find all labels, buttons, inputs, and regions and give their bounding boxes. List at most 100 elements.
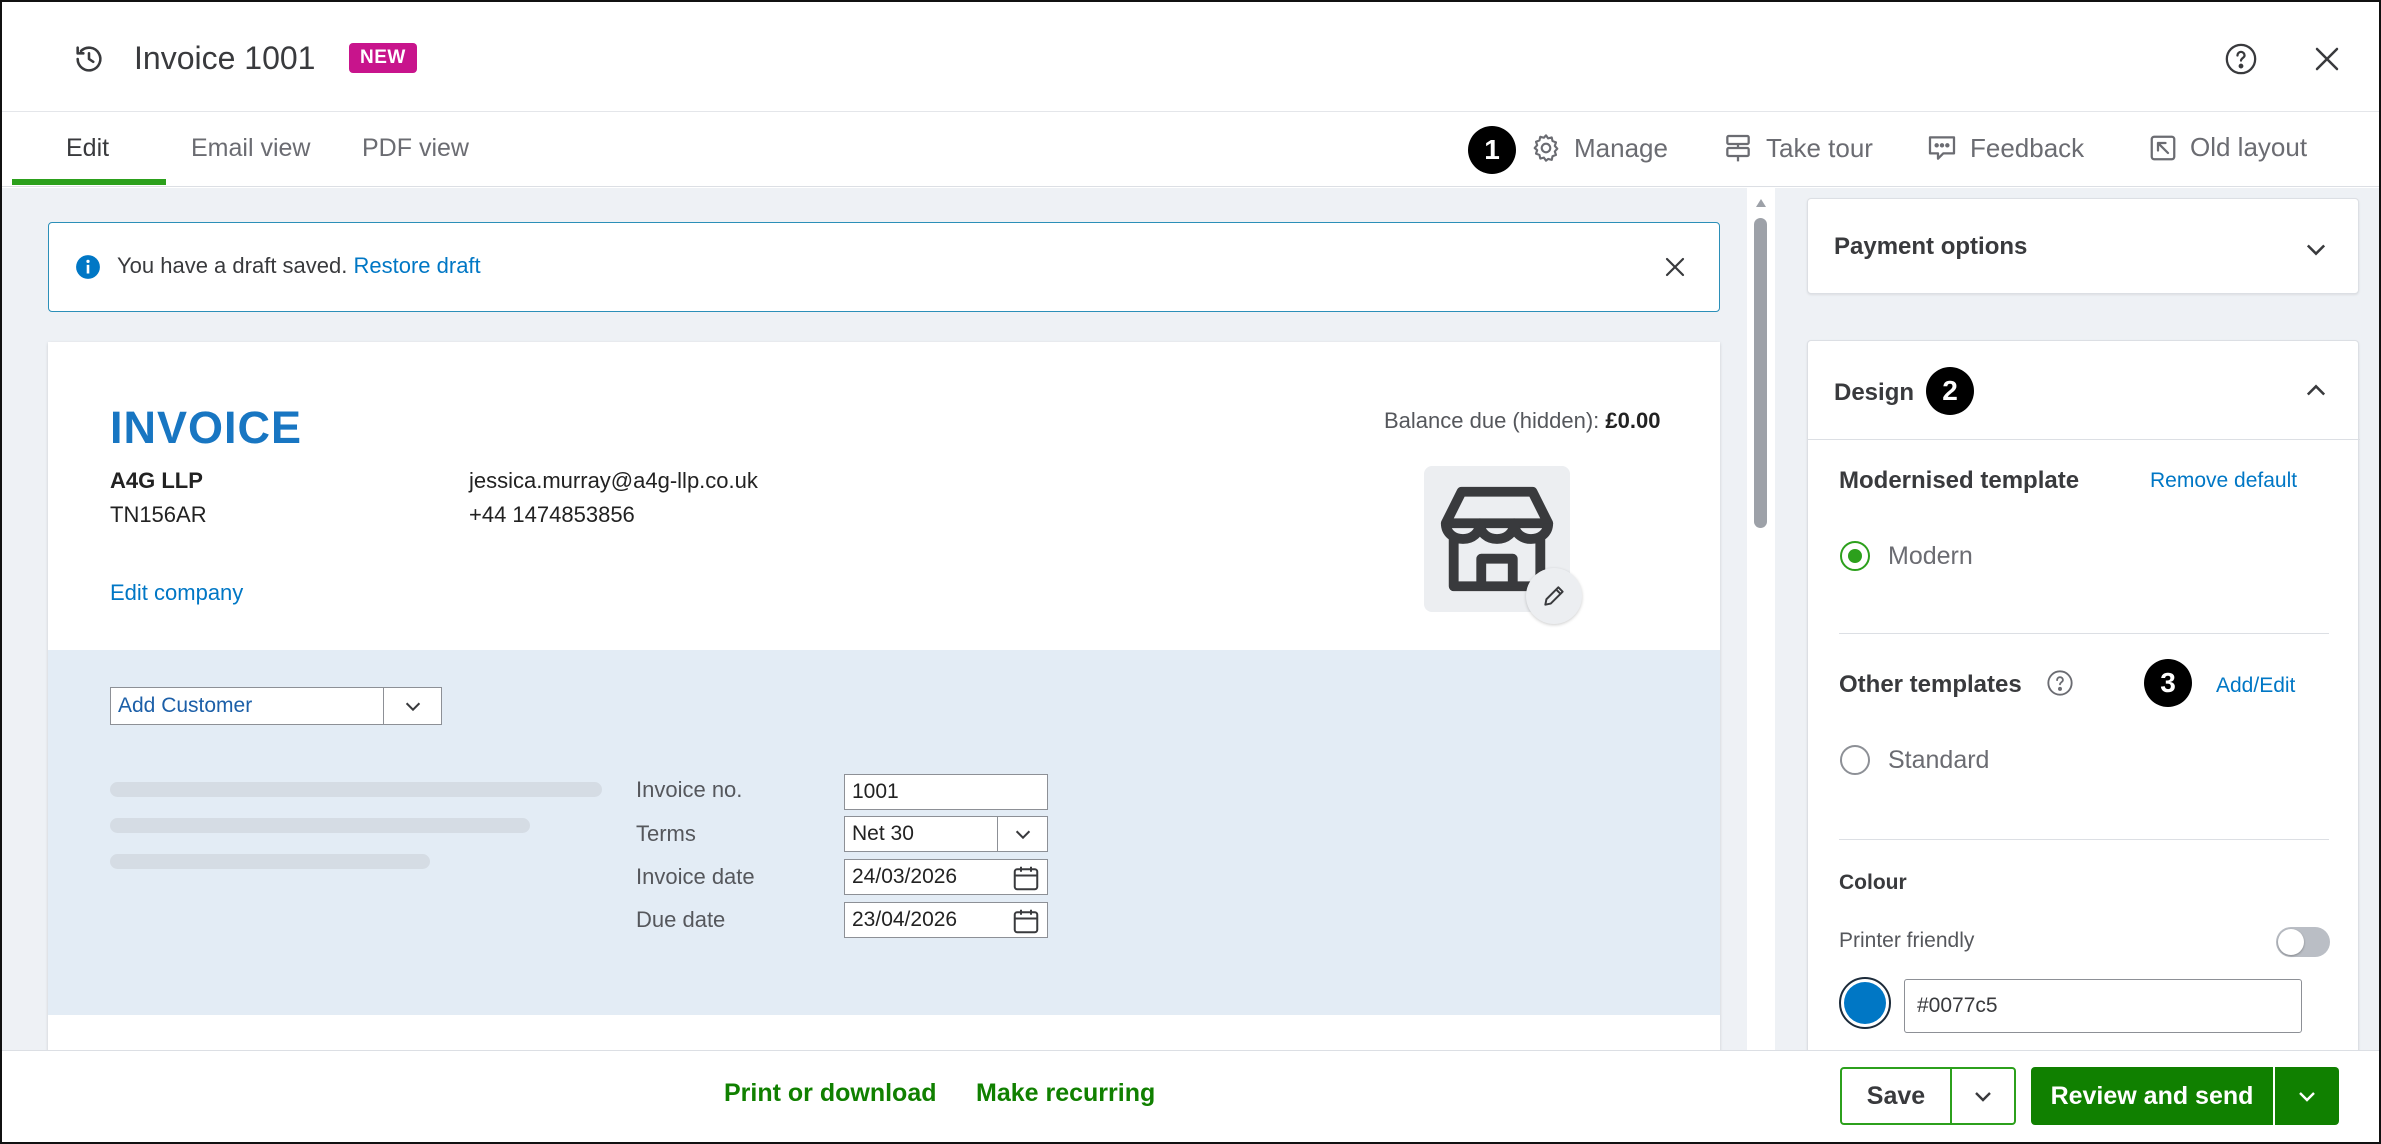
review-send-button[interactable]: Review and send [2031,1067,2273,1125]
view-tabs: Edit Email view PDF view 1 Manage Take t… [2,112,2379,187]
balance-label: Balance due (hidden): [1384,408,1600,433]
edit-logo-button[interactable] [1526,568,1582,624]
company-name: A4G LLP [110,468,203,493]
take-tour-label: Take tour [1766,132,1873,163]
print-download-link[interactable]: Print or download [724,1079,937,1108]
chevron-down-icon [2295,1084,2319,1108]
callout-marker-2: 2 [1926,367,1974,415]
scrollbar-thumb[interactable] [1754,218,1767,528]
company-phone: +44 1474853856 [469,502,635,527]
chevron-down-icon [1971,1084,1995,1108]
design-title: Design [1834,379,1915,406]
new-badge: NEW [349,43,417,73]
customer-select[interactable]: Add Customer [110,687,442,725]
terms-value: Net 30 [852,822,914,845]
balance-value: £0.00 [1605,408,1661,433]
remove-default-link[interactable]: Remove default [2150,469,2297,493]
customer-section: Add Customer Invoice no. 1001 Terms Net … [48,650,1720,1015]
design-header-divider [1808,439,2360,440]
company-email: jessica.murray@a4g-llp.co.uk [469,468,758,493]
draft-message: You have a draft saved. [117,253,348,278]
tab-edit[interactable]: Edit [66,134,109,163]
footer-bar: Print or download Make recurring Save Re… [2,1050,2379,1142]
add-edit-link[interactable]: Add/Edit [2216,674,2295,698]
signpost-icon [1722,132,1754,164]
chevron-down-icon [383,687,441,725]
due-date-label: Due date [636,907,726,932]
invoice-date-value: 24/03/2026 [852,865,958,888]
payment-options-title: Payment options [1834,233,2028,260]
design-card: Design 2 Modernised template Remove defa… [1807,340,2360,1050]
colour-swatch-fill [1844,982,1886,1024]
colour-swatch[interactable] [1839,977,1891,1029]
make-recurring-link[interactable]: Make recurring [976,1079,1155,1108]
scroll-up-icon[interactable] [1755,198,1767,208]
manage-button[interactable]: Manage [1530,132,1668,164]
standard-label: Standard [1888,746,1990,774]
old-layout-button[interactable]: Old layout [2148,132,2307,163]
modern-radio[interactable] [1840,541,1870,571]
invoice-no-input[interactable]: 1001 [844,774,1048,810]
manage-label: Manage [1574,132,1668,163]
due-date-input[interactable]: 23/04/2026 [844,902,1048,938]
colour-title: Colour [1839,871,1907,894]
feedback-icon [1926,132,1958,164]
take-tour-button[interactable]: Take tour [1722,132,1873,164]
calendar-icon[interactable] [1011,906,1041,936]
feedback-button[interactable]: Feedback [1926,132,2084,164]
other-templates-title: Other templates [1839,671,2022,698]
close-icon[interactable] [2312,44,2342,74]
callout-marker-1: 1 [1468,126,1516,174]
company-postcode: TN156AR [110,502,207,527]
draft-banner: You have a draft saved. Restore draft [48,222,1720,312]
pencil-icon [1541,583,1567,609]
chevron-down-icon [997,816,1047,852]
callout-marker-3: 3 [2144,659,2192,707]
help-icon[interactable] [2224,42,2258,76]
exit-arrow-icon [2148,133,2178,163]
save-options-button[interactable] [1950,1067,2016,1125]
calendar-icon[interactable] [1011,863,1041,893]
address-placeholder-line [110,782,602,797]
old-layout-label: Old layout [2190,132,2308,162]
help-icon[interactable] [2046,669,2074,697]
editor-scrollbar[interactable] [1749,188,1773,1050]
toggle-knob [2278,929,2304,955]
tab-email-view[interactable]: Email view [191,134,310,163]
history-icon[interactable] [72,42,106,76]
customer-placeholder: Add Customer [118,694,253,717]
modernised-template-title: Modernised template [1839,467,2080,494]
modern-label: Modern [1888,542,1973,570]
invoice-editor: You have a draft saved. Restore draft IN… [2,188,1747,1050]
edit-company-link[interactable]: Edit company [110,580,243,606]
invoice-date-label: Invoice date [636,864,755,889]
address-placeholder-line [110,854,430,869]
invoice-sheet: INVOICE A4G LLP TN156AR jessica.murray@a… [48,342,1720,1050]
due-date-value: 23/04/2026 [852,908,958,931]
colour-hex-input[interactable]: #0077c5 [1904,979,2302,1033]
invoice-heading: INVOICE [110,402,303,453]
review-send-options-button[interactable] [2275,1067,2339,1125]
section-divider [1839,633,2329,634]
standard-radio[interactable] [1840,745,1870,775]
address-placeholder-line [110,818,530,833]
tab-pdf-view[interactable]: PDF view [362,134,469,163]
terms-select[interactable]: Net 30 [844,816,1048,852]
active-tab-indicator [12,179,166,185]
settings-panel: Payment options Design 2 Modernised temp… [1775,188,2379,1050]
gear-icon [1530,132,1562,164]
payment-options-card[interactable]: Payment options [1807,198,2359,294]
terms-label: Terms [636,821,696,846]
invoice-date-input[interactable]: 24/03/2026 [844,859,1048,895]
restore-draft-link[interactable]: Restore draft [353,253,480,278]
chevron-down-icon[interactable] [2302,235,2330,263]
page-title: Invoice 1001 [134,40,316,76]
dismiss-icon[interactable] [1663,255,1687,279]
chevron-up-icon[interactable] [2302,377,2330,405]
info-icon [75,254,101,280]
save-button[interactable]: Save [1840,1067,1952,1125]
printer-friendly-toggle[interactable] [2276,927,2330,957]
printer-friendly-label: Printer friendly [1839,929,1975,952]
header: Invoice 1001 NEW [2,2,2379,112]
invoice-no-label: Invoice no. [636,777,743,802]
